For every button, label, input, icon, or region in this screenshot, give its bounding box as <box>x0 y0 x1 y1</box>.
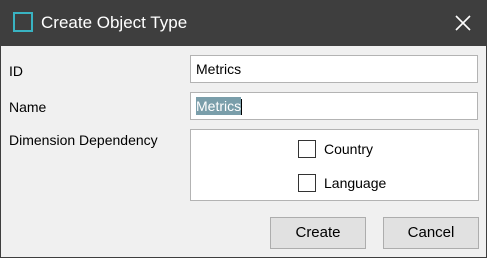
name-input[interactable]: Metrics <box>190 92 478 120</box>
language-checkbox[interactable] <box>298 174 316 192</box>
close-button[interactable] <box>450 10 476 36</box>
id-input[interactable]: Metrics <box>190 55 478 83</box>
cancel-button[interactable]: Cancel <box>383 217 479 249</box>
title-bar[interactable]: Create Object Type <box>1 1 486 46</box>
dimension-dependency-label: Dimension Dependency <box>9 132 158 148</box>
dependency-option-country[interactable]: Country <box>298 139 373 159</box>
create-button[interactable]: Create <box>270 217 366 249</box>
country-checkbox-label: Country <box>324 141 374 157</box>
dependency-option-language[interactable]: Language <box>298 173 386 193</box>
dimension-dependency-list: Country Language <box>190 129 479 201</box>
create-object-type-dialog: Create Object Type ID Metrics Name Metri… <box>0 0 487 258</box>
language-checkbox-label: Language <box>324 175 387 191</box>
square-outline-icon <box>13 12 33 32</box>
country-checkbox[interactable] <box>298 140 316 158</box>
name-label: Name <box>9 99 47 115</box>
text-caret <box>241 99 243 116</box>
name-input-value: Metrics <box>196 97 242 115</box>
id-input-value: Metrics <box>196 61 242 77</box>
close-icon <box>455 15 471 31</box>
id-label: ID <box>9 63 23 79</box>
dialog-title: Create Object Type <box>41 13 188 32</box>
